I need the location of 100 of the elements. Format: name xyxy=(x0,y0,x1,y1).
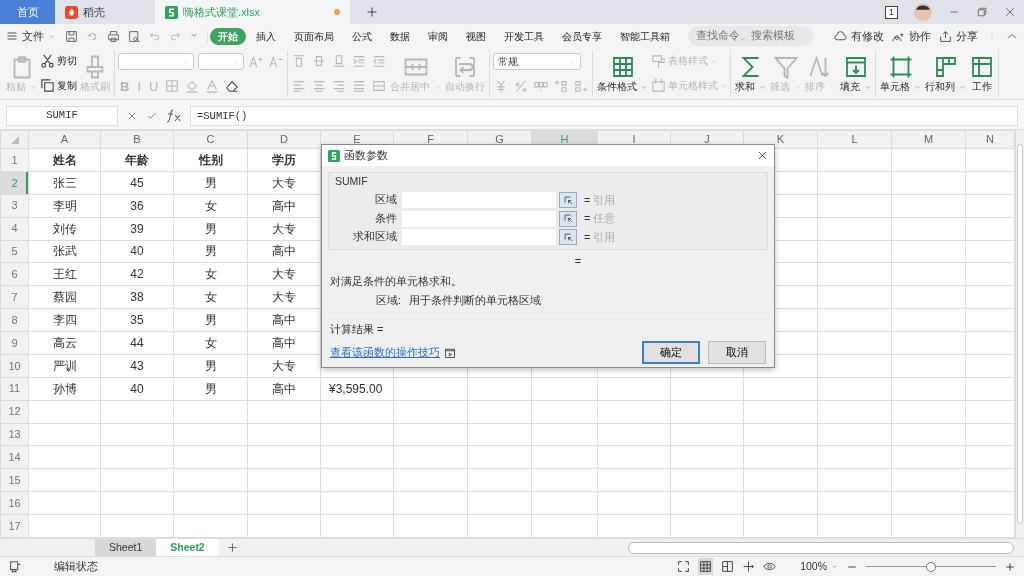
row-header[interactable]: 8 xyxy=(0,308,29,332)
tab-title: 稻壳 xyxy=(83,4,105,20)
dialog-button[interactable]: 确定 xyxy=(642,341,700,365)
ribbon-tab[interactable]: 公式 xyxy=(344,27,380,45)
avatar-icon[interactable] xyxy=(914,3,932,21)
fill-color-icon xyxy=(185,79,200,93)
formula-field[interactable]: =SUMIF() xyxy=(190,105,1018,126)
equals-sign: = xyxy=(584,211,591,227)
table-cell: 高中 xyxy=(272,244,296,259)
row-header[interactable]: 6 xyxy=(0,262,29,286)
file-menu[interactable]: 文件 xyxy=(6,27,63,45)
dropdown-field[interactable] xyxy=(118,53,194,70)
row-header[interactable]: 3 xyxy=(0,194,29,218)
ribbon-button[interactable]: 条件格式 xyxy=(596,53,649,94)
equals-sign: = xyxy=(584,192,591,208)
ribbon-tab[interactable]: 页面布局 xyxy=(286,27,342,45)
text-shrink-icon xyxy=(269,54,283,69)
table-cell: 男 xyxy=(204,244,217,259)
table-cell: 女 xyxy=(204,290,217,305)
dropdown-field[interactable] xyxy=(198,53,244,70)
zoom-slider[interactable] xyxy=(866,561,996,572)
column-header[interactable]: B xyxy=(100,130,174,149)
toolbar-action[interactable]: 协作 xyxy=(892,27,931,45)
caret-icon xyxy=(831,563,838,570)
normal-view-button[interactable] xyxy=(698,557,714,576)
search-field[interactable]: 查找命令、搜索模板 xyxy=(688,26,813,46)
window-count-badge[interactable]: 1 xyxy=(885,5,898,19)
ribbon-button[interactable]: 剪切 xyxy=(40,53,77,69)
row-header[interactable]: 17 xyxy=(0,514,29,538)
zoom-dropdown[interactable]: 100% xyxy=(800,558,838,575)
argument-label: 条件 xyxy=(374,210,398,226)
sheet-icon xyxy=(970,54,994,79)
action-label: 有修改 xyxy=(851,28,884,44)
column-header[interactable]: D xyxy=(247,130,321,149)
row-header[interactable]: 12 xyxy=(0,400,29,423)
dropdown-field[interactable]: 常规 xyxy=(493,53,581,70)
slider-thumb[interactable] xyxy=(926,561,936,572)
column-header[interactable]: C xyxy=(173,130,248,149)
column-header[interactable]: M xyxy=(891,130,966,149)
row-header[interactable]: 15 xyxy=(0,468,29,492)
sheet-tab[interactable]: Sheet1 xyxy=(95,538,157,557)
cursor-icon xyxy=(562,194,574,206)
row-header[interactable]: 5 xyxy=(0,240,29,263)
range-select-button[interactable] xyxy=(559,210,577,227)
row-header[interactable]: 13 xyxy=(0,423,29,446)
video-icon xyxy=(444,346,456,359)
name-box[interactable]: SUMIF xyxy=(6,105,118,126)
column-header[interactable]: N xyxy=(965,130,1015,149)
row-header[interactable]: 14 xyxy=(0,445,29,469)
ribbon-tab[interactable]: 插入 xyxy=(248,27,284,45)
sheet-tab[interactable]: Sheet2 xyxy=(156,538,219,557)
function-icon[interactable] xyxy=(166,108,182,123)
ribbon-tab[interactable]: 数据 xyxy=(382,27,418,45)
ribbon-button[interactable]: 单元格 xyxy=(879,53,922,94)
window-tab[interactable]: 稻壳 xyxy=(55,0,155,24)
select-all-icon[interactable] xyxy=(10,136,19,145)
ribbon-tab[interactable]: 审阅 xyxy=(420,27,456,45)
icon-button[interactable] xyxy=(224,78,241,94)
tab-title: 首页 xyxy=(16,4,39,20)
ribbon-button[interactable]: 复制 xyxy=(40,78,77,94)
toolbar-action[interactable]: 有修改 xyxy=(834,27,884,45)
range-select-button[interactable] xyxy=(559,229,577,245)
row-header[interactable]: 1 xyxy=(0,148,29,172)
scrollbar-thumb[interactable] xyxy=(1017,144,1023,524)
caret-icon xyxy=(569,58,576,65)
argument-label: 求和区域 xyxy=(352,229,398,245)
row-header[interactable]: 11 xyxy=(0,377,29,401)
column-header[interactable]: L xyxy=(817,130,892,149)
toolbar-action[interactable]: 分享 xyxy=(939,27,978,45)
help-link[interactable]: 查看该函数的操作技巧 xyxy=(330,344,440,361)
distribute-icon xyxy=(372,78,386,93)
row-header[interactable]: 7 xyxy=(0,285,29,309)
row-header[interactable]: 16 xyxy=(0,491,29,515)
restore-icon xyxy=(976,6,988,18)
ribbon-button[interactable]: 填充 xyxy=(839,53,872,94)
column-header[interactable]: A xyxy=(28,130,101,149)
decimal-icon xyxy=(574,79,588,93)
page-break-icon xyxy=(742,560,756,573)
function-description: 对满足条件的单元格求和。 xyxy=(330,274,462,287)
cursor-icon xyxy=(562,213,574,224)
ribbon-tab[interactable]: 视图 xyxy=(458,27,494,45)
ribbon-tab[interactable]: 开发工具 xyxy=(496,27,552,45)
window-tab[interactable]: 嗨格式课堂.xlsx xyxy=(155,0,350,24)
ribbon-tab[interactable]: 会员专享 xyxy=(554,27,610,45)
flame-logo-icon xyxy=(65,5,78,19)
range-select-button[interactable] xyxy=(559,192,577,208)
close-button[interactable] xyxy=(757,150,768,161)
ribbon-button[interactable]: 求和 xyxy=(734,53,767,94)
horizontal-scrollbar[interactable] xyxy=(628,541,1014,554)
ribbon-button[interactable]: 行和列 xyxy=(924,53,967,94)
dialog-button[interactable]: 取消 xyxy=(708,341,766,365)
window-tab[interactable]: 首页 xyxy=(0,0,55,24)
table-cell: 孙博 xyxy=(52,381,77,396)
row-header[interactable]: 9 xyxy=(0,331,29,355)
ribbon-button[interactable]: 工作 xyxy=(969,53,995,94)
ribbon-tab[interactable]: 开始 xyxy=(210,27,246,45)
ribbon-tab[interactable]: 智能工具箱 xyxy=(612,27,678,45)
row-header[interactable]: 4 xyxy=(0,217,29,240)
align-icon xyxy=(292,54,306,69)
row-header[interactable]: 10 xyxy=(0,354,29,378)
